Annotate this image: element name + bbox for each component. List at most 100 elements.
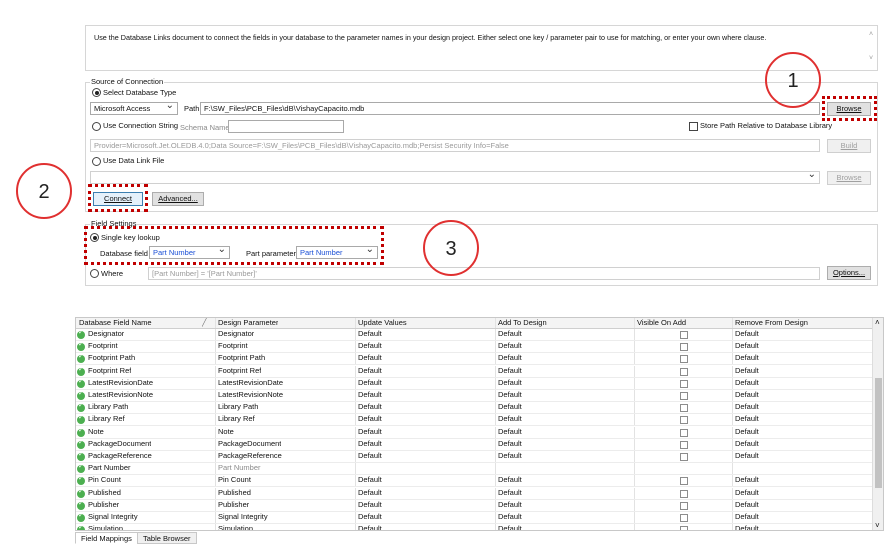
cell-update-values[interactable]: Default — [358, 340, 382, 352]
cell-remove-from-design[interactable]: Default — [735, 511, 759, 523]
visible-on-add-checkbox[interactable] — [680, 367, 688, 376]
cell-update-values[interactable]: Default — [358, 487, 382, 499]
cell-design-parameter[interactable]: Footprint — [218, 340, 248, 352]
cell-update-values[interactable]: Default — [358, 365, 382, 377]
cell-update-values[interactable]: Default — [358, 401, 382, 413]
advanced-button[interactable]: Advanced... — [152, 192, 204, 206]
table-row[interactable]: Library Path Library Path Default Default De… — [76, 401, 872, 415]
table-row[interactable]: Pin Count Pin Count Default Default Default — [76, 474, 872, 488]
cell-update-values[interactable]: Default — [358, 328, 382, 340]
cell-add-to-design[interactable]: Default — [498, 413, 522, 425]
cell-add-to-design[interactable]: Default — [498, 474, 522, 486]
table-row[interactable]: Publisher Publisher Default Default Default — [76, 499, 872, 512]
where-radio[interactable] — [90, 269, 99, 278]
db-type-dropdown[interactable]: Microsoft Access — [90, 102, 178, 115]
cell-design-parameter[interactable]: Footprint Ref — [218, 365, 261, 377]
cell-add-to-design[interactable]: Default — [498, 365, 522, 377]
cell-remove-from-design[interactable]: Default — [735, 438, 759, 450]
cell-design-parameter[interactable]: Simulation — [218, 523, 253, 530]
visible-on-add-checkbox[interactable] — [680, 501, 688, 510]
table-row[interactable]: Note Note Default Default Default — [76, 426, 872, 439]
cell-design-parameter[interactable]: Note — [218, 426, 234, 438]
where-clause-field[interactable]: [Part Number] = '[Part Number]' — [148, 267, 820, 280]
build-button[interactable]: Build — [827, 139, 871, 153]
visible-on-add-checkbox[interactable] — [680, 343, 688, 352]
cell-update-values[interactable]: Default — [358, 426, 382, 438]
table-row[interactable]: PackageDocument PackageDocument Default Def… — [76, 438, 872, 451]
options-button[interactable]: Options... — [827, 266, 871, 280]
description-scrollbar[interactable]: ˄ ˅ — [867, 30, 875, 66]
column-divider[interactable] — [495, 318, 496, 328]
column-divider[interactable] — [634, 318, 635, 328]
cell-remove-from-design[interactable]: Default — [735, 413, 759, 425]
cell-add-to-design[interactable]: Default — [498, 511, 522, 523]
cell-update-values[interactable]: Default — [358, 523, 382, 530]
tab-field-mappings[interactable]: Field Mappings — [75, 532, 138, 544]
schema-name-field[interactable] — [228, 120, 344, 133]
cell-update-values[interactable]: Default — [358, 413, 382, 425]
grid-scrollbar[interactable]: ˄ ˅ — [872, 318, 883, 530]
cell-update-values[interactable]: Default — [358, 474, 382, 486]
visible-on-add-checkbox[interactable] — [680, 392, 688, 400]
cell-design-parameter[interactable]: Designator — [218, 328, 254, 340]
scroll-up-icon[interactable]: ˄ — [867, 30, 875, 40]
use-connection-string-radio[interactable] — [92, 122, 101, 131]
visible-on-add-checkbox[interactable] — [680, 440, 688, 449]
table-row[interactable]: Footprint Ref Footprint Ref Default Default… — [76, 365, 872, 378]
table-row[interactable]: LatestRevisionNote LatestRevisionNote Defa… — [76, 389, 872, 402]
table-row[interactable]: PackageReference PackageReference Default D… — [76, 450, 872, 463]
cell-update-values[interactable]: Default — [358, 352, 382, 364]
grid-scroll-up-icon[interactable]: ˄ — [875, 318, 880, 327]
cell-add-to-design[interactable]: Default — [498, 438, 522, 450]
cell-design-parameter[interactable]: Part Number — [218, 462, 261, 474]
cell-add-to-design[interactable]: Default — [498, 389, 522, 401]
cell-update-values[interactable]: Default — [358, 377, 382, 389]
cell-add-to-design[interactable]: Default — [498, 328, 522, 340]
cell-remove-from-design[interactable]: Default — [735, 426, 759, 438]
cell-add-to-design[interactable]: Default — [498, 377, 522, 389]
visible-on-add-checkbox[interactable] — [680, 379, 688, 388]
table-row[interactable]: Footprint Path Footprint Path Default Defau… — [76, 352, 872, 366]
cell-design-parameter[interactable]: LatestRevisionNote — [218, 389, 283, 401]
visible-on-add-checkbox[interactable] — [680, 404, 688, 413]
scroll-down-icon[interactable]: ˅ — [867, 54, 875, 64]
use-data-link-radio[interactable] — [92, 157, 101, 166]
table-row[interactable]: Simulation Simulation Default Default Defaul… — [76, 523, 872, 530]
cell-update-values[interactable]: Default — [358, 389, 382, 401]
cell-remove-from-design[interactable]: Default — [735, 340, 759, 352]
store-path-relative-checkbox[interactable] — [689, 122, 698, 131]
browse-data-link-button[interactable]: Browse — [827, 171, 871, 185]
cell-remove-from-design[interactable]: Default — [735, 487, 759, 499]
cell-remove-from-design[interactable]: Default — [735, 352, 759, 364]
tab-table-browser[interactable]: Table Browser — [137, 532, 197, 544]
visible-on-add-checkbox[interactable] — [680, 526, 688, 530]
visible-on-add-checkbox[interactable] — [680, 514, 688, 522]
cell-remove-from-design[interactable]: Default — [735, 389, 759, 401]
cell-remove-from-design[interactable]: Default — [735, 365, 759, 377]
visible-on-add-checkbox[interactable] — [680, 416, 688, 425]
cell-update-values[interactable]: Default — [358, 511, 382, 523]
cell-remove-from-design[interactable]: Default — [735, 328, 759, 340]
table-row[interactable]: LatestRevisionDate LatestRevisionDate Defa… — [76, 377, 872, 390]
column-header-visible-on-add[interactable]: Visible On Add — [637, 318, 686, 329]
column-divider[interactable] — [732, 318, 733, 328]
visible-on-add-checkbox[interactable] — [680, 477, 688, 486]
cell-add-to-design[interactable]: Default — [498, 352, 522, 364]
column-divider[interactable] — [215, 318, 216, 328]
table-row[interactable]: Part Number Part Number — [76, 462, 872, 476]
cell-remove-from-design[interactable]: Default — [735, 401, 759, 413]
select-db-type-radio[interactable] — [92, 88, 101, 97]
cell-remove-from-design[interactable]: Default — [735, 450, 759, 462]
cell-design-parameter[interactable]: Footprint Path — [218, 352, 265, 364]
table-row[interactable]: Footprint Footprint Default Default Default — [76, 340, 872, 354]
connection-string-field[interactable]: Provider=Microsoft.Jet.OLEDB.4.0;Data So… — [90, 139, 820, 152]
cell-design-parameter[interactable]: PackageDocument — [218, 438, 281, 450]
cell-design-parameter[interactable]: Publisher — [218, 499, 249, 511]
cell-update-values[interactable]: Default — [358, 438, 382, 450]
cell-update-values[interactable]: Default — [358, 499, 382, 511]
cell-remove-from-design[interactable]: Default — [735, 523, 759, 530]
cell-design-parameter[interactable]: Pin Count — [218, 474, 251, 486]
grid-scroll-down-icon[interactable]: ˅ — [875, 521, 880, 530]
cell-add-to-design[interactable]: Default — [498, 499, 522, 511]
visible-on-add-checkbox[interactable] — [680, 453, 688, 461]
